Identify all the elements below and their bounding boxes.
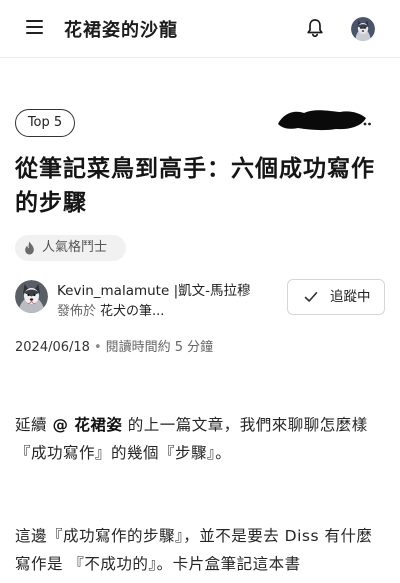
following-button-label: 追蹤中: [330, 289, 371, 305]
published-in-row: 發佈於 花犬の筆...: [57, 300, 267, 319]
user-mention-link[interactable]: @ 花裙姿: [52, 416, 122, 434]
role-badge-label: 人氣格鬥士: [42, 240, 108, 255]
meta-separator: •: [93, 340, 102, 355]
top-rank-badge[interactable]: Top 5: [15, 109, 75, 137]
hamburger-menu-icon[interactable]: [26, 20, 43, 34]
bell-icon[interactable]: [306, 18, 324, 38]
author-role-badge[interactable]: 人氣格鬥士: [15, 235, 126, 261]
article-page: 花裙姿的沙龍 Top 5 從筆記菜鳥到高手：六個成功寫作的步驟 人氣格鬥士 Ke…: [0, 0, 400, 583]
publication-space-link[interactable]: 花犬の筆...: [100, 304, 164, 319]
top-navigation-bar: 花裙姿的沙龍: [0, 0, 400, 58]
paragraph-text: 延續: [15, 416, 53, 434]
redaction-mark: [278, 110, 371, 131]
check-icon: [304, 292, 318, 302]
following-button[interactable]: 追蹤中: [287, 279, 385, 315]
read-time: 閱讀時間約 5 分鐘: [105, 340, 214, 355]
author-avatar[interactable]: [15, 280, 48, 313]
article-title: 從筆記菜鳥到高手：六個成功寫作的步驟: [15, 156, 375, 216]
author-name[interactable]: Kevin_malamute |凱文-馬拉穆: [57, 279, 277, 299]
article-paragraph: 延續 @ 花裙姿 的上一篇文章，我們來聊聊怎麼樣 『成功寫作』的幾個『步驟』。: [15, 411, 387, 467]
article-paragraph: 這邊『成功寫作的步驟』，並不是要去 Diss 有什麼寫作是 『不成功的』。卡片盒…: [15, 527, 373, 573]
flame-icon: [25, 241, 34, 255]
published-in-label: 發佈於: [57, 304, 97, 319]
article-meta: 2024/06/18 • 閱讀時間約 5 分鐘: [15, 336, 315, 355]
site-title[interactable]: 花裙姿的沙龍: [64, 16, 178, 42]
publish-date: 2024/06/18: [15, 340, 90, 355]
user-avatar[interactable]: [351, 17, 375, 41]
